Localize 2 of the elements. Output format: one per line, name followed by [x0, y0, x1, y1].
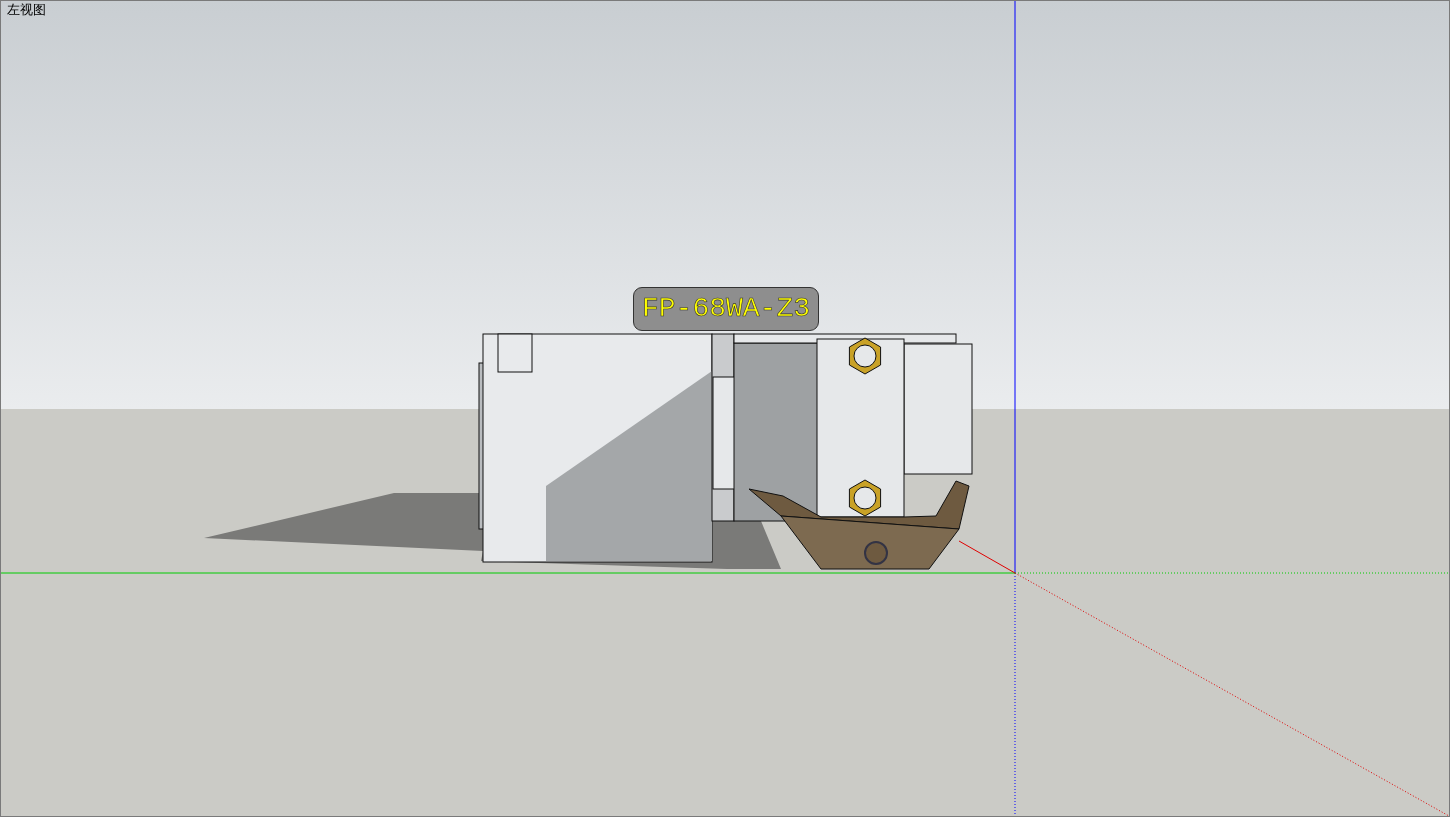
model-tag: FP-68WA-Z3 — [633, 287, 820, 331]
view-title: 左视图 — [7, 2, 46, 18]
